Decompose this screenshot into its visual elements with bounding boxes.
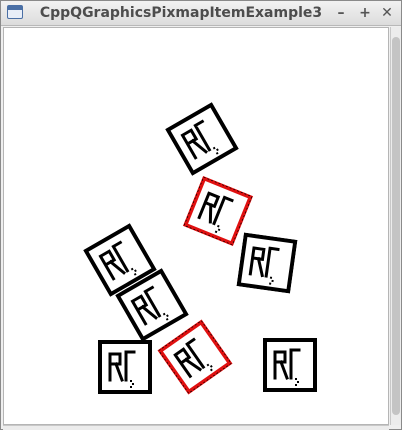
pixmap-image [165,102,239,176]
title-bar[interactable]: CppQGraphicsPixmapItemExample3 – + ✕ [1,1,401,26]
pixmap-item-8[interactable] [263,338,317,392]
close-button[interactable]: ✕ [377,3,397,23]
horizontal-scrollbar[interactable] [3,425,389,430]
app-window: CppQGraphicsPixmapItemExample3 – + ✕ [0,0,402,430]
window-title: CppQGraphicsPixmapItemExample3 [39,5,323,21]
pixmap-item-6[interactable] [98,340,152,394]
maximize-button[interactable]: + [355,3,375,23]
pixmap-image [157,319,233,395]
pixmap-image [98,340,152,394]
pixmap-image [236,232,298,294]
pixmap-item-1[interactable] [165,102,239,176]
app-window-icon [7,5,23,19]
pixmap-item-3[interactable] [236,232,298,294]
graphics-view[interactable] [3,27,389,425]
pixmap-image [263,338,317,392]
vertical-scrollbar[interactable] [390,27,401,425]
minimize-button[interactable]: – [331,3,351,23]
vertical-scroll-thumb[interactable] [392,37,400,415]
pixmap-item-7[interactable] [157,319,233,395]
